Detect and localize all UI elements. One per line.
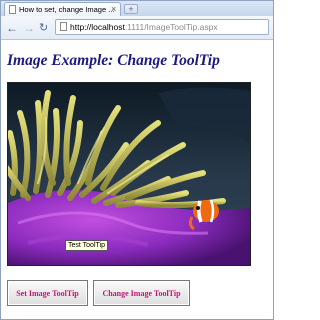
address-bar[interactable]: http://localhost:1111/ImageToolTip.aspx — [55, 19, 269, 35]
browser-tab[interactable]: How to set, change Image ... × — [4, 2, 121, 16]
anemone-clownfish-image — [7, 82, 251, 266]
page-title: Image Example: Change ToolTip — [7, 52, 220, 69]
set-image-tooltip-button[interactable]: Set Image ToolTip — [7, 280, 88, 306]
url-text: http://localhost:1111/ImageToolTip.aspx — [70, 22, 218, 33]
reload-icon[interactable]: ↻ — [39, 22, 48, 34]
forward-arrow-icon[interactable]: → — [23, 22, 35, 34]
photo-drawing — [8, 83, 250, 265]
url-path: :1111/ImageToolTip.aspx — [124, 22, 218, 32]
back-arrow-icon[interactable]: ← — [6, 22, 18, 34]
navigation-toolbar: ← → ↻ http://localhost:1111/ImageToolTip… — [1, 16, 273, 40]
tab-title: How to set, change Image ... — [19, 5, 115, 14]
tab-strip: How to set, change Image ... × + — [1, 1, 273, 16]
page-icon — [60, 22, 67, 31]
close-icon[interactable]: × — [111, 3, 116, 15]
page-icon — [9, 5, 16, 14]
new-tab-button[interactable]: + — [124, 4, 138, 14]
change-image-tooltip-button[interactable]: Change Image ToolTip — [93, 280, 190, 306]
url-host: http://localhost — [70, 22, 125, 32]
browser-window: How to set, change Image ... × + ← → ↻ h… — [0, 0, 274, 320]
image-tooltip: Test ToolTip — [65, 240, 108, 251]
